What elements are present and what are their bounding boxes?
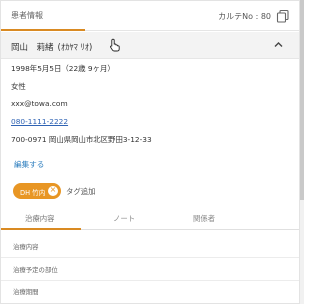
active-tab-indicator <box>1 228 81 230</box>
gender: 女性 <box>11 82 26 91</box>
tag-chip-label: DH 竹内 <box>20 189 46 197</box>
list-item[interactable]: 治療予定の部位 <box>13 265 58 274</box>
divider <box>1 280 299 281</box>
tab-related[interactable]: 関係者 <box>193 213 215 224</box>
tag-chip[interactable]: DH 竹内 × <box>13 183 61 199</box>
patient-name-kana: (ｵｶﾔﾏ ﾘｵ) <box>57 43 93 53</box>
active-tab-indicator <box>1 29 85 31</box>
karte-number: カルテNo : 80 <box>218 12 271 21</box>
close-icon[interactable]: × <box>48 185 58 196</box>
patient-name-kanji: 岡山 莉緒 <box>11 43 54 53</box>
tab-note[interactable]: ノート <box>113 213 135 224</box>
list-item[interactable]: 治療期間 <box>13 287 39 296</box>
tab-patient-info[interactable]: 患者情報 <box>11 10 43 21</box>
edit-button[interactable]: 編集する <box>14 159 44 170</box>
patient-name: 岡山 莉緒 (ｵｶﾔﾏ ﾘｵ) <box>11 41 92 53</box>
birth-date: 1998年5月5日（22歳 9ヶ月） <box>11 64 115 73</box>
add-tag-button[interactable]: タグ追加 <box>66 186 96 197</box>
patient-summary-header[interactable]: 岡山 莉緒 (ｵｶﾔﾏ ﾘｵ) <box>1 32 299 59</box>
email: xxx@towa.com <box>11 99 68 108</box>
address: 700-0971 岡山県岡山市北区野田3-12-33 <box>11 135 152 144</box>
chevron-up-icon[interactable] <box>274 41 283 48</box>
tab-treatment[interactable]: 治療内容 <box>25 213 55 224</box>
hand-cursor-icon <box>110 38 120 52</box>
copy-icon[interactable] <box>276 9 290 23</box>
phone-link[interactable]: 080-1111-2222 <box>11 117 68 126</box>
scrollbar-thumb[interactable] <box>300 0 304 200</box>
panel-header: 患者情報 カルテNo : 80 <box>1 1 299 31</box>
scrollbar[interactable] <box>300 0 304 304</box>
divider <box>1 257 299 258</box>
patient-info-panel: 患者情報 カルテNo : 80 岡山 莉緒 (ｵｶﾔﾏ ﾘｵ) 1998年5月5日… <box>0 0 300 304</box>
list-item[interactable]: 治療内容 <box>13 242 39 251</box>
detail-tabs: 治療内容 ノート 関係者 <box>1 206 299 230</box>
